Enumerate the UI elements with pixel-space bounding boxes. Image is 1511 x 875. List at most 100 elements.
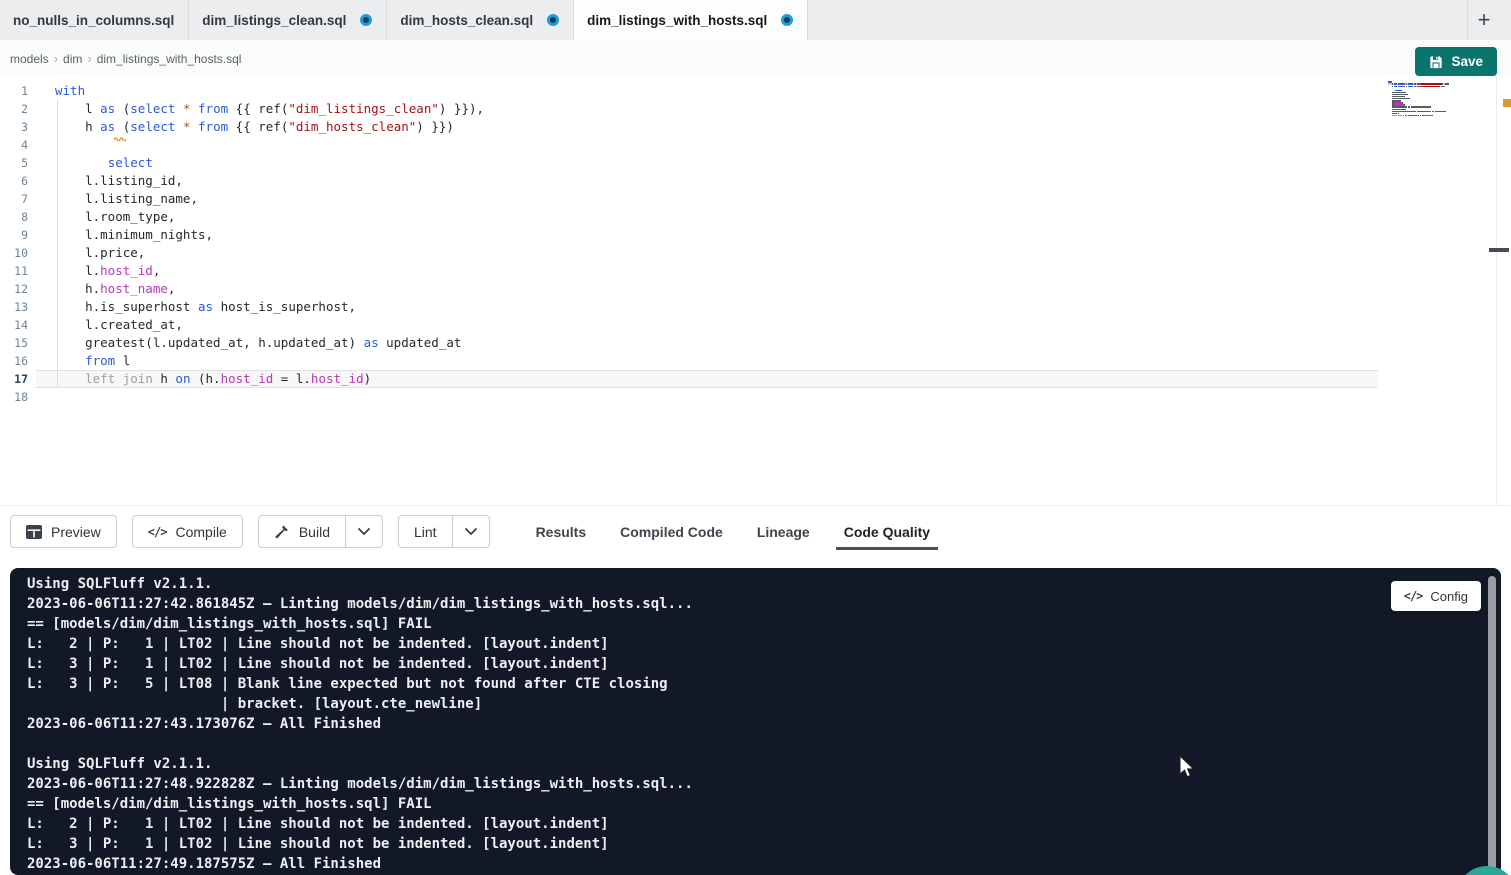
code-text: h.host_name, <box>36 280 1511 298</box>
config-button[interactable]: </> Config <box>1391 581 1481 611</box>
code-text: from l <box>36 352 1511 370</box>
terminal-line: Using SQLFluff v2.1.1. <box>27 574 1501 594</box>
code-text: select <box>36 154 1511 172</box>
code-text <box>36 388 1511 406</box>
code-line-4[interactable]: 4 <box>0 136 1511 154</box>
code-line-13[interactable]: 13 h.is_superhost as host_is_superhost, <box>0 298 1511 316</box>
breadcrumb-item[interactable]: models <box>10 52 49 66</box>
line-number: 16 <box>0 352 36 370</box>
code-line-18[interactable]: 18 <box>0 388 1511 406</box>
terminal-line: == [models/dim/dim_listings_with_hosts.s… <box>27 614 1501 634</box>
line-number: 2 <box>0 100 36 118</box>
breadcrumb-separator-icon: › <box>54 51 58 66</box>
terminal-scrollbar[interactable] <box>1488 576 1496 871</box>
chevron-down-icon <box>465 528 477 535</box>
terminal-line: == [models/dim/dim_listings_with_hosts.s… <box>27 794 1501 814</box>
terminal-line: Using SQLFluff v2.1.1. <box>27 754 1501 774</box>
new-tab-button[interactable]: + <box>1469 5 1499 35</box>
code-line-15[interactable]: 15 greatest(l.updated_at, h.updated_at) … <box>0 334 1511 352</box>
line-number: 1 <box>0 82 36 100</box>
unsaved-changes-icon <box>781 14 793 26</box>
panel-tab-compiled-code[interactable]: Compiled Code <box>620 506 723 558</box>
lint-button[interactable]: Lint <box>399 516 452 547</box>
code-line-1[interactable]: 1with <box>0 82 1511 100</box>
file-tab-no_nulls_in_columns.sql[interactable]: no_nulls_in_columns.sql <box>0 0 189 40</box>
line-number: 12 <box>0 280 36 298</box>
editor-tab-bar: no_nulls_in_columns.sql dim_listings_clea… <box>0 0 1511 40</box>
code-text: with <box>36 82 1511 100</box>
code-line-7[interactable]: 7 l.listing_name, <box>0 190 1511 208</box>
code-line-2[interactable]: 2 l as (select * from {{ ref("dim_listin… <box>0 100 1511 118</box>
code-text: l as (select * from {{ ref("dim_listings… <box>36 100 1511 118</box>
code-line-14[interactable]: 14 l.created_at, <box>0 316 1511 334</box>
code-line-9[interactable]: 9 l.minimum_nights, <box>0 226 1511 244</box>
code-text: l.listing_name, <box>36 190 1511 208</box>
code-line-3[interactable]: 3 h as (select * from {{ ref("dim_hosts_… <box>0 118 1511 136</box>
code-line-16[interactable]: 16 from l <box>0 352 1511 370</box>
terminal-line: | bracket. [layout.cte_newline] <box>27 694 1501 714</box>
terminal-line: 2023-06-06T11:27:43.173076Z — All Finish… <box>27 714 1501 734</box>
terminal-line: L: 3 | P: 5 | LT08 | Blank line expected… <box>27 674 1501 694</box>
compile-button[interactable]: </>Compile <box>132 515 243 548</box>
terminal-line <box>27 734 1501 754</box>
panel-tab-results[interactable]: Results <box>536 506 587 558</box>
code-text: l.minimum_nights, <box>36 226 1511 244</box>
lint-warning-squiggle <box>114 129 126 144</box>
build-button-label: Build <box>299 524 330 540</box>
save-button-label: Save <box>1451 54 1483 69</box>
build-button[interactable]: Build <box>259 516 345 547</box>
line-number: 15 <box>0 334 36 352</box>
build-split-button: Build <box>258 515 383 548</box>
code-line-11[interactable]: 11 l.host_id, <box>0 262 1511 280</box>
code-line-5[interactable]: 5 select <box>0 154 1511 172</box>
code-editor[interactable]: 1with2 l as (select * from {{ ref("dim_l… <box>0 76 1511 505</box>
code-text: l.listing_id, <box>36 172 1511 190</box>
panel-tab-lineage[interactable]: Lineage <box>757 506 810 558</box>
code-line-10[interactable]: 10 l.price, <box>0 244 1511 262</box>
lint-options-button[interactable] <box>452 516 489 547</box>
editor-scrollbar-track[interactable] <box>1496 76 1497 505</box>
line-number: 18 <box>0 388 36 406</box>
code-text: l.host_id, <box>36 262 1511 280</box>
code-text: l.created_at, <box>36 316 1511 334</box>
breadcrumb: models › dim › dim_listings_with_hosts.sql <box>0 40 1511 76</box>
file-tab-label: dim_listings_clean.sql <box>202 13 346 28</box>
file-tab-dim_hosts_clean.sql[interactable]: dim_hosts_clean.sql <box>387 0 574 40</box>
line-number: 7 <box>0 190 36 208</box>
breadcrumb-separator-icon: › <box>87 51 91 66</box>
preview-button-label: Preview <box>51 524 101 540</box>
preview-button[interactable]: Preview <box>10 515 117 548</box>
overview-cursor-marker <box>1489 248 1509 252</box>
unsaved-changes-icon <box>360 14 372 26</box>
overview-warning-marker <box>1503 99 1511 107</box>
compile-button-label: Compile <box>175 524 226 540</box>
code-line-8[interactable]: 8 l.room_type, <box>0 208 1511 226</box>
file-tab-label: no_nulls_in_columns.sql <box>13 13 174 28</box>
code-text <box>36 136 1511 154</box>
terminal-line: 2023-06-06T11:27:42.861845Z — Linting mo… <box>27 594 1501 614</box>
line-number: 4 <box>0 136 36 154</box>
code-text: l.price, <box>36 244 1511 262</box>
file-tab-dim_listings_with_hosts.sql[interactable]: dim_listings_with_hosts.sql <box>574 0 808 40</box>
panel-tab-code-quality[interactable]: Code Quality <box>844 506 930 558</box>
breadcrumb-item[interactable]: dim_listings_with_hosts.sql <box>97 52 242 66</box>
breadcrumb-item[interactable]: dim <box>63 52 82 66</box>
file-tab-label: dim_listings_with_hosts.sql <box>587 13 767 28</box>
code-line-17[interactable]: 17 left join h on (h.host_id = l.host_id… <box>0 370 1511 388</box>
file-tab-dim_listings_clean.sql[interactable]: dim_listings_clean.sql <box>189 0 387 40</box>
minimap[interactable] <box>1388 81 1446 119</box>
code-line-12[interactable]: 12 h.host_name, <box>0 280 1511 298</box>
build-options-button[interactable] <box>345 516 382 547</box>
line-number: 13 <box>0 298 36 316</box>
line-number: 14 <box>0 316 36 334</box>
table-icon <box>26 525 42 539</box>
code-line-6[interactable]: 6 l.listing_id, <box>0 172 1511 190</box>
terminal-line: L: 2 | P: 1 | LT02 | Line should not be … <box>27 634 1501 654</box>
terminal-line: L: 2 | P: 1 | LT02 | Line should not be … <box>27 814 1501 834</box>
code-text: h.is_superhost as host_is_superhost, <box>36 298 1511 316</box>
lint-split-button: Lint <box>398 515 490 548</box>
code-text: greatest(l.updated_at, h.updated_at) as … <box>36 334 1511 352</box>
save-button[interactable]: Save <box>1415 47 1497 76</box>
hammer-icon <box>274 524 290 540</box>
terminal-line: 2023-06-06T11:27:49.187575Z — All Finish… <box>27 854 1501 874</box>
